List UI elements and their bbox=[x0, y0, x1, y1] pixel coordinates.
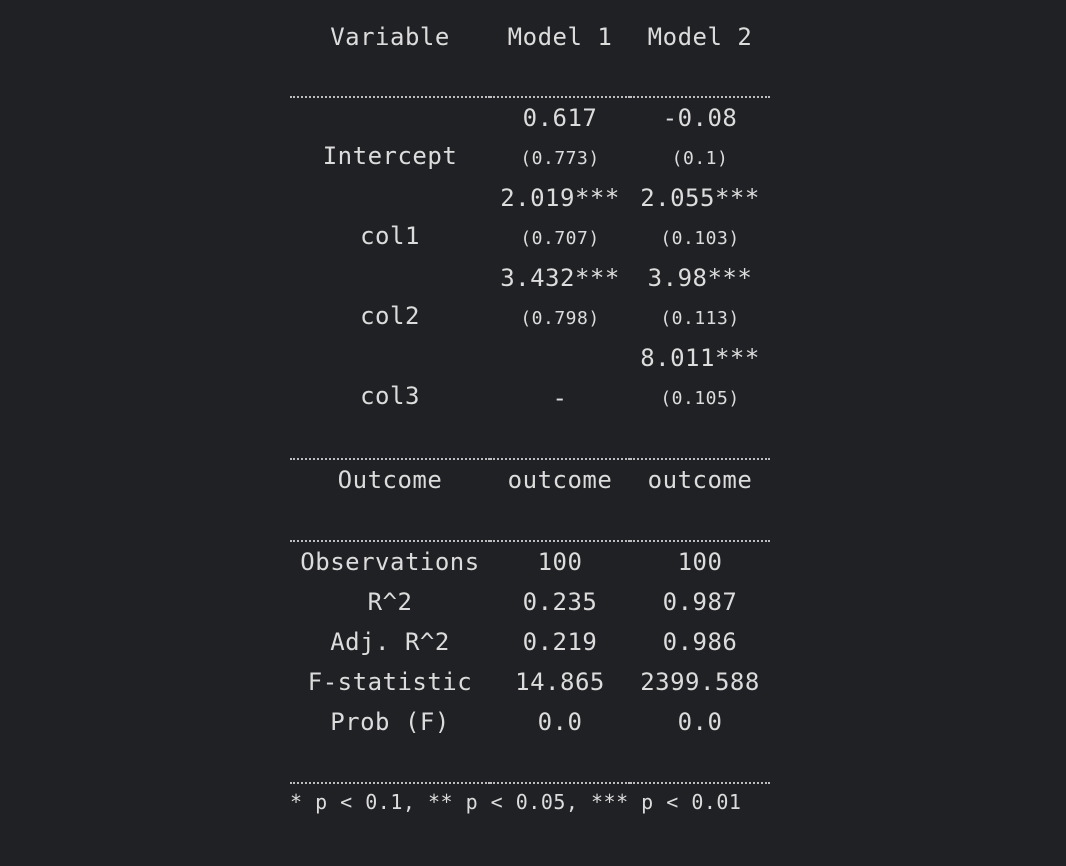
stat-row: F-statistic 14.865 2399.588 bbox=[290, 662, 770, 702]
regression-table: Variable Model 1 Model 2 Intercept 0.617… bbox=[290, 0, 770, 819]
coef-value: 2.019*** bbox=[500, 184, 620, 212]
coef-value: 0.617 bbox=[522, 104, 598, 132]
footnote-row: * p < 0.1, ** p < 0.05, *** p < 0.01 bbox=[290, 784, 770, 819]
variable-name: col3 bbox=[360, 382, 420, 410]
stat-value: 0.235 bbox=[522, 588, 598, 616]
coef-value: 3.432*** bbox=[500, 264, 620, 292]
variable-name: col1 bbox=[360, 222, 420, 250]
coef-row: col1 2.019*** 2.055*** bbox=[290, 178, 770, 250]
stat-value: 0.219 bbox=[522, 628, 598, 656]
coef-row: col3 8.011*** bbox=[290, 338, 770, 410]
stat-value: 100 bbox=[537, 548, 583, 576]
coef-value bbox=[490, 338, 630, 378]
std-error: (0.773) bbox=[520, 147, 600, 169]
stat-value: 14.865 bbox=[515, 668, 605, 696]
std-error: (0.798) bbox=[520, 307, 600, 329]
stat-value: 0.987 bbox=[662, 588, 738, 616]
coef-row: Intercept 0.617 -0.08 bbox=[290, 98, 770, 170]
variable-name: col2 bbox=[360, 302, 420, 330]
variable-name: Intercept bbox=[322, 142, 458, 170]
regression-table-container: Variable Model 1 Model 2 Intercept 0.617… bbox=[290, 0, 770, 819]
significance-footnote: * p < 0.1, ** p < 0.05, *** p < 0.01 bbox=[290, 789, 742, 814]
std-error: (0.103) bbox=[660, 227, 740, 249]
coef-value: 2.055*** bbox=[640, 184, 760, 212]
stat-row: Adj. R^2 0.219 0.986 bbox=[290, 622, 770, 662]
coef-row: col2 3.432*** 3.98*** bbox=[290, 258, 770, 330]
stat-label: Prob (F) bbox=[330, 708, 450, 736]
outcome-model-1: outcome bbox=[507, 466, 613, 494]
header-row: Variable Model 1 Model 2 bbox=[290, 18, 770, 56]
stat-row: Observations 100 100 bbox=[290, 542, 770, 582]
coef-value: 3.98*** bbox=[647, 264, 753, 292]
stat-value: 100 bbox=[677, 548, 723, 576]
stat-value: 0.0 bbox=[677, 708, 723, 736]
stat-label: Adj. R^2 bbox=[330, 628, 450, 656]
stat-value: 0.0 bbox=[537, 708, 583, 736]
coef-value: 8.011*** bbox=[640, 344, 760, 372]
outcome-row: Outcome outcome outcome bbox=[290, 460, 770, 500]
stat-value: 2399.588 bbox=[640, 668, 760, 696]
outcome-model-2: outcome bbox=[647, 466, 753, 494]
std-error: (0.1) bbox=[671, 147, 729, 169]
coef-value: -0.08 bbox=[662, 104, 738, 132]
std-error: (0.105) bbox=[660, 387, 740, 409]
stat-row: Prob (F) 0.0 0.0 bbox=[290, 702, 770, 742]
stat-label: F-statistic bbox=[307, 668, 473, 696]
std-error: (0.707) bbox=[520, 227, 600, 249]
stat-row: R^2 0.235 0.987 bbox=[290, 582, 770, 622]
stat-label: Observations bbox=[300, 548, 480, 576]
stat-value: 0.986 bbox=[662, 628, 738, 656]
header-model-1: Model 1 bbox=[507, 23, 613, 51]
std-error-missing: - bbox=[552, 384, 568, 412]
stat-label: R^2 bbox=[367, 588, 413, 616]
outcome-label: Outcome bbox=[337, 466, 443, 494]
std-error: (0.113) bbox=[660, 307, 740, 329]
header-variable: Variable bbox=[330, 23, 450, 51]
header-model-2: Model 2 bbox=[647, 23, 753, 51]
